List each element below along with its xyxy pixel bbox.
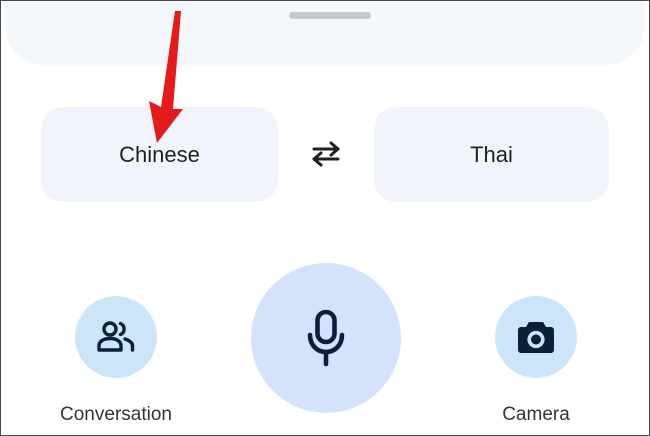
camera-button[interactable] bbox=[495, 296, 577, 378]
bottom-sheet-header bbox=[5, 1, 645, 65]
conversation-button[interactable] bbox=[75, 296, 157, 378]
translate-panel: Chinese Thai Conversation Camera bbox=[0, 0, 650, 436]
swap-languages-button[interactable] bbox=[303, 134, 349, 174]
people-icon bbox=[97, 321, 135, 352]
camera-icon bbox=[518, 322, 554, 353]
red-arrow-icon bbox=[149, 11, 183, 143]
microphone-button[interactable] bbox=[251, 263, 401, 413]
drag-handle[interactable] bbox=[289, 12, 371, 19]
camera-label: Camera bbox=[502, 404, 570, 425]
conversation-label: Conversation bbox=[60, 404, 172, 425]
swap-arrows-icon bbox=[312, 141, 340, 167]
target-language-button[interactable]: Thai bbox=[374, 107, 609, 202]
microphone-icon bbox=[307, 309, 345, 367]
target-language-label: Thai bbox=[470, 141, 513, 167]
